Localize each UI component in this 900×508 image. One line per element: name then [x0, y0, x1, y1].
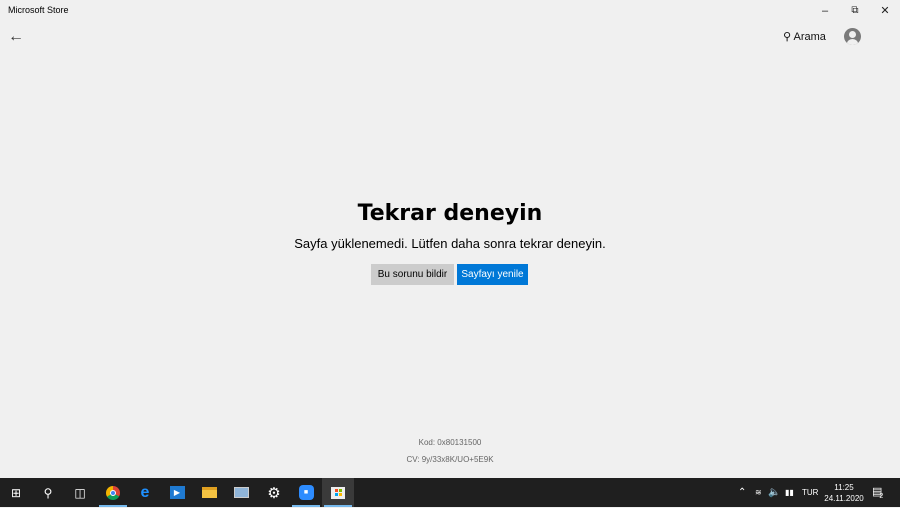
chevron-up-icon[interactable]: ⌃ [738, 478, 746, 507]
minimize-button[interactable]: – [810, 0, 840, 22]
file-explorer-taskbar-button[interactable] [193, 478, 225, 507]
media-player-icon: ▶ [169, 486, 185, 499]
media-player-taskbar-button[interactable]: ▶ [161, 478, 193, 507]
zoom-icon: ■ [298, 485, 314, 500]
search-button[interactable]: ⚲ Arama [783, 30, 826, 43]
edge-taskbar-button[interactable]: e [129, 478, 161, 507]
error-code: Kod: 0x80131500 [418, 438, 482, 447]
search-icon: ⚲ [783, 31, 792, 43]
date: 24.11.2020 [824, 494, 864, 503]
error-title: Tekrar deneyin [357, 201, 543, 226]
chrome-icon [106, 485, 120, 500]
close-button[interactable]: ✕ [870, 0, 900, 22]
taskbar-search-button[interactable]: ⚲ [32, 478, 64, 507]
search-label: Arama [793, 31, 826, 43]
report-problem-button[interactable]: Bu sorunu bildir [371, 264, 454, 285]
volume-icon[interactable]: 🔈 [768, 478, 780, 507]
correlation-vector: CV: 9y/33x8K/UO+5E9K [406, 455, 494, 464]
notification-count: 2 [879, 493, 884, 500]
edge-icon: e [140, 483, 150, 501]
start-button[interactable]: ⊞ [0, 478, 32, 507]
gear-icon: ⚙ [267, 484, 281, 502]
battery-icon[interactable]: ▮▮ [785, 478, 794, 507]
wifi-icon[interactable]: ≋ [755, 478, 762, 507]
windows-icon: ⊞ [10, 485, 22, 500]
taskbar: ⊞ ⚲ ◫ e ▶ ⚙ ■ ⌃ ≋ 🔈 ▮▮ TUR 11:25 24.11.20… [0, 478, 900, 507]
clock[interactable]: 11:25 24.11.2020 [822, 482, 866, 504]
store-taskbar-button[interactable] [322, 478, 354, 507]
settings-taskbar-button[interactable]: ⚙ [258, 478, 290, 507]
chrome-taskbar-button[interactable] [97, 478, 129, 507]
store-icon [331, 486, 345, 499]
task-view-button[interactable]: ◫ [64, 478, 96, 507]
network-app-taskbar-button[interactable] [225, 478, 257, 507]
task-view-icon: ◫ [74, 485, 86, 500]
zoom-taskbar-button[interactable]: ■ [290, 478, 322, 507]
account-avatar-icon[interactable] [844, 28, 861, 45]
restore-button[interactable]: ⧉ [840, 0, 870, 22]
back-arrow-icon[interactable]: ← [8, 28, 24, 46]
folder-icon [201, 487, 217, 498]
title-bar: Microsoft Store – ⧉ ✕ [0, 0, 900, 22]
window-title: Microsoft Store [8, 5, 69, 15]
time: 11:25 [834, 483, 854, 492]
search-icon: ⚲ [43, 485, 53, 500]
refresh-page-button[interactable]: Sayfayı yenile [457, 264, 528, 285]
error-message: Sayfa yüklenemedi. Lütfen daha sonra tek… [294, 236, 606, 251]
action-center-button[interactable]: ▤2 [872, 478, 886, 507]
computer-icon [233, 487, 249, 498]
language-indicator[interactable]: TUR [802, 478, 818, 507]
